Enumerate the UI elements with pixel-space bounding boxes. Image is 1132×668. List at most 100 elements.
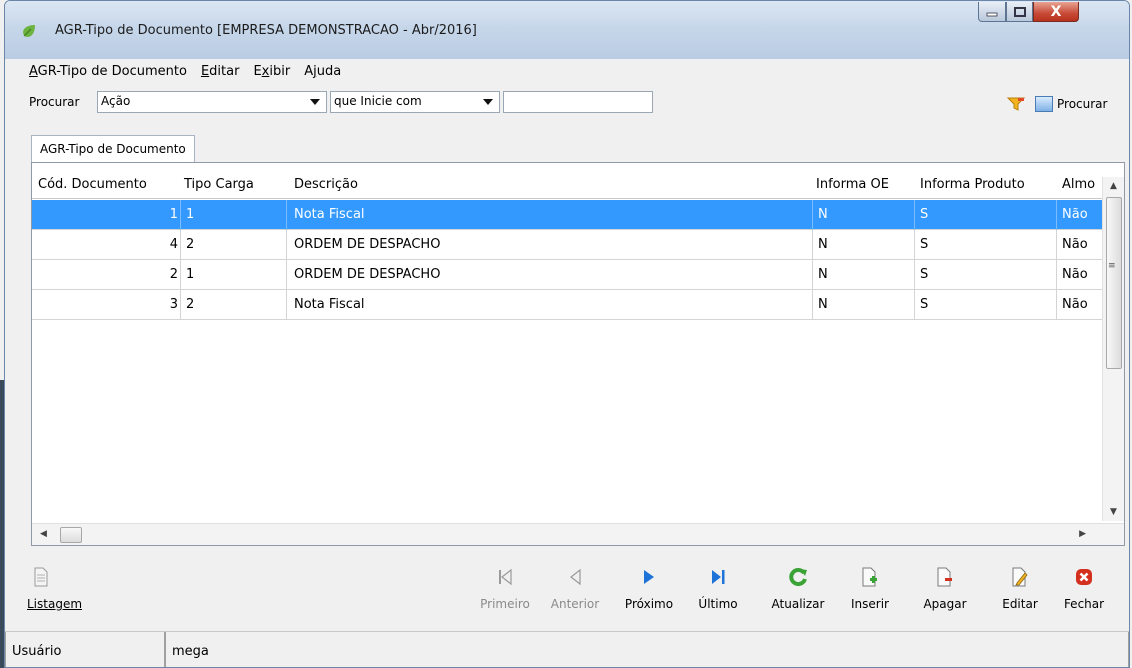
- cell-almox: Não: [1062, 297, 1088, 312]
- filter-icon[interactable]: [1007, 97, 1025, 111]
- fechar-label: Fechar: [1063, 597, 1105, 611]
- atualizar-label: Atualizar: [771, 597, 825, 611]
- cell-informa-oe: N: [818, 237, 828, 252]
- edit-record-icon: [1012, 567, 1028, 587]
- chevron-down-icon: [310, 99, 320, 105]
- app-window: AGR-Tipo de Documento [EMPRESA DEMONSTRA…: [4, 0, 1130, 668]
- delete-record-icon: [937, 567, 952, 587]
- cell-cod: 2: [169, 267, 178, 282]
- close-icon: [1076, 569, 1092, 585]
- window-title: AGR-Tipo de Documento [EMPRESA DEMONSTRA…: [55, 23, 477, 38]
- inserir-button[interactable]: Inserir: [843, 565, 897, 611]
- column-header-almox[interactable]: Almo: [1062, 177, 1095, 192]
- apagar-label: Apagar: [923, 597, 967, 611]
- cell-tipo: 1: [186, 267, 195, 282]
- last-record-icon: [712, 570, 725, 584]
- tab-agr-tipo-documento[interactable]: AGR-Tipo de Documento: [31, 135, 195, 163]
- apagar-button[interactable]: Apagar: [915, 565, 975, 611]
- cell-informa-oe: N: [818, 207, 828, 222]
- column-header-informa-produto[interactable]: Informa Produto: [920, 177, 1025, 192]
- primeiro-button[interactable]: Primeiro: [475, 565, 535, 611]
- table-row[interactable]: 2 1 ORDEM DE DESPACHO N S Não: [32, 260, 1102, 290]
- editar-label: Editar: [1002, 597, 1038, 611]
- menu-editar[interactable]: Editar: [201, 64, 240, 79]
- close-icon: X: [1050, 3, 1062, 20]
- title-bar[interactable]: AGR-Tipo de Documento [EMPRESA DEMONSTRA…: [5, 1, 1129, 59]
- proximo-label: Próximo: [624, 597, 674, 611]
- cell-descricao: Nota Fiscal: [294, 207, 365, 222]
- primeiro-label: Primeiro: [480, 597, 530, 611]
- menu-ajuda[interactable]: Ajuda: [304, 64, 341, 79]
- cell-cod: 3: [169, 297, 178, 312]
- search-bar: Procurar Ação que Inicie com Procurar: [5, 85, 1129, 125]
- editar-button[interactable]: Editar: [993, 565, 1047, 611]
- next-record-icon: [644, 570, 654, 584]
- table-row[interactable]: 3 2 Nota Fiscal N S Não: [32, 290, 1102, 320]
- menu-exibir[interactable]: Exibir: [253, 64, 290, 79]
- cell-descricao: ORDEM DE DESPACHO: [294, 267, 441, 282]
- atualizar-button[interactable]: Atualizar: [761, 565, 835, 611]
- cell-cod: 4: [169, 237, 178, 252]
- fechar-button[interactable]: Fechar: [1057, 565, 1111, 611]
- status-user-label: Usuário: [5, 632, 165, 667]
- column-header-informa-oe[interactable]: Informa OE: [816, 177, 889, 192]
- scroll-left-icon[interactable]: ◀: [40, 529, 47, 539]
- horizontal-scrollbar[interactable]: ◀ ▶: [32, 523, 1124, 545]
- cell-almox: Não: [1062, 207, 1088, 222]
- cell-informa-produto: S: [920, 267, 929, 282]
- cell-tipo: 2: [186, 297, 195, 312]
- search-button[interactable]: Procurar: [1035, 94, 1107, 114]
- previous-record-icon: [570, 568, 581, 586]
- cell-almox: Não: [1062, 267, 1088, 282]
- minimize-button[interactable]: [978, 2, 1006, 22]
- close-window-button[interactable]: X: [1033, 2, 1079, 22]
- grip-icon: ≡: [1108, 261, 1116, 271]
- maximize-icon: [1013, 6, 1026, 17]
- menu-agr-tipo-documento[interactable]: AGR-Tipo de Documento: [29, 64, 187, 79]
- search-label: Procurar: [29, 95, 80, 109]
- search-field-value: Ação: [101, 94, 131, 108]
- refresh-icon: [789, 568, 807, 587]
- inserir-label: Inserir: [851, 597, 889, 611]
- column-header-tipo-carga[interactable]: Tipo Carga: [184, 177, 254, 192]
- column-header-cod-documento[interactable]: Cód. Documento: [38, 177, 147, 192]
- status-bar: Usuário mega: [5, 631, 1129, 667]
- horizontal-scroll-thumb[interactable]: [60, 527, 82, 543]
- background-window-edge: [0, 380, 4, 668]
- document-list-icon: [34, 567, 48, 587]
- maximize-button[interactable]: [1006, 2, 1033, 22]
- scroll-down-icon[interactable]: ▼: [1110, 507, 1117, 517]
- table-row[interactable]: 1 1 Nota Fiscal N S Não: [32, 200, 1102, 230]
- scroll-up-icon[interactable]: ▲: [1110, 181, 1117, 191]
- search-button-label: Procurar: [1057, 97, 1108, 111]
- search-field-select[interactable]: Ação: [97, 91, 327, 113]
- proximo-button[interactable]: Próximo: [617, 565, 681, 611]
- search-condition-select[interactable]: que Inicie com: [330, 91, 500, 113]
- status-user-value: mega: [165, 632, 1129, 667]
- chevron-down-icon: [483, 99, 493, 105]
- anterior-button[interactable]: Anterior: [543, 565, 607, 611]
- listagem-label: Listagem: [27, 597, 83, 611]
- vertical-scroll-thumb[interactable]: [1106, 197, 1122, 369]
- bottom-toolbar: Listagem Primeiro Anterior Próximo Últim…: [5, 553, 1129, 627]
- column-header-descricao[interactable]: Descrição: [294, 177, 358, 192]
- cell-tipo: 1: [186, 207, 195, 222]
- grid-header: Cód. Documento Tipo Carga Descrição Info…: [32, 163, 1102, 199]
- ultimo-button[interactable]: Último: [691, 565, 745, 611]
- cell-informa-produto: S: [920, 207, 929, 222]
- menu-bar: AGR-Tipo de Documento Editar Exibir Ajud…: [5, 59, 1129, 83]
- scroll-right-icon[interactable]: ▶: [1079, 529, 1086, 539]
- anterior-label: Anterior: [550, 597, 600, 611]
- listagem-button[interactable]: Listagem: [27, 565, 87, 611]
- vertical-scrollbar[interactable]: ▲ ≡ ▼: [1102, 177, 1124, 521]
- app-leaf-icon: [23, 25, 35, 37]
- search-input[interactable]: [503, 91, 653, 113]
- data-grid: Cód. Documento Tipo Carga Descrição Info…: [31, 162, 1125, 546]
- cell-descricao: ORDEM DE DESPACHO: [294, 237, 441, 252]
- search-icon: [1035, 96, 1053, 112]
- ultimo-label: Último: [698, 597, 738, 611]
- cell-almox: Não: [1062, 237, 1088, 252]
- minimize-icon: [986, 12, 998, 16]
- table-row[interactable]: 4 2 ORDEM DE DESPACHO N S Não: [32, 230, 1102, 260]
- cell-tipo: 2: [186, 237, 195, 252]
